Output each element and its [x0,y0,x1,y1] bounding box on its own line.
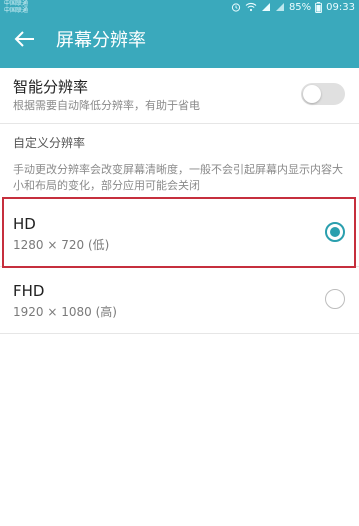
smart-resolution-row[interactable]: 智能分辨率 根据需要自动降低分辨率，有助于省电 [0,68,359,122]
battery-percent: 85% [288,1,312,13]
signal-icon-2 [275,2,285,12]
clock: 09:33 [326,1,355,13]
arrow-left-icon [13,30,35,52]
app-bar: 屏幕分辨率 [0,14,359,68]
smart-resolution-description: 根据需要自动降低分辨率，有助于省电 [13,99,200,112]
status-bar: 中国联通 中国联通 85% 09:33 [0,0,359,14]
radio-selected-dot [330,227,340,237]
signal-icon-1 [261,2,271,12]
custom-resolution-header: 自定义分辨率 [13,136,86,150]
smart-resolution-title: 智能分辨率 [13,78,89,96]
option-hd-title: HD [13,215,36,233]
option-hd[interactable]: HD 1280 × 720 (低) [0,201,359,265]
divider [0,266,359,267]
option-fhd[interactable]: FHD 1920 × 1080 (高) [0,268,359,332]
carrier-info: 中国联通 中国联通 [4,0,28,14]
wifi-icon [245,2,257,12]
divider [0,333,359,334]
option-hd-radio[interactable] [325,222,345,242]
divider [0,123,359,124]
page-title: 屏幕分辨率 [56,30,146,51]
custom-resolution-description: 手动更改分辨率会改变屏幕清晰度，一般不会引起屏幕内显示内容大小和布局的变化，部分… [13,163,343,192]
toggle-knob [303,85,321,103]
status-icons: 85% 09:33 [231,0,355,14]
alarm-icon [231,2,241,12]
option-fhd-title: FHD [13,282,45,300]
carrier-label-1: 中国联通 [4,0,29,7]
carrier-label-2: 中国联通 [4,7,29,14]
option-hd-resolution: 1280 × 720 (低) [13,238,110,252]
smart-resolution-toggle[interactable] [301,83,345,105]
battery-icon [315,1,323,13]
option-fhd-resolution: 1920 × 1080 (高) [13,305,117,319]
back-button[interactable] [8,25,40,57]
option-fhd-radio[interactable] [325,289,345,309]
